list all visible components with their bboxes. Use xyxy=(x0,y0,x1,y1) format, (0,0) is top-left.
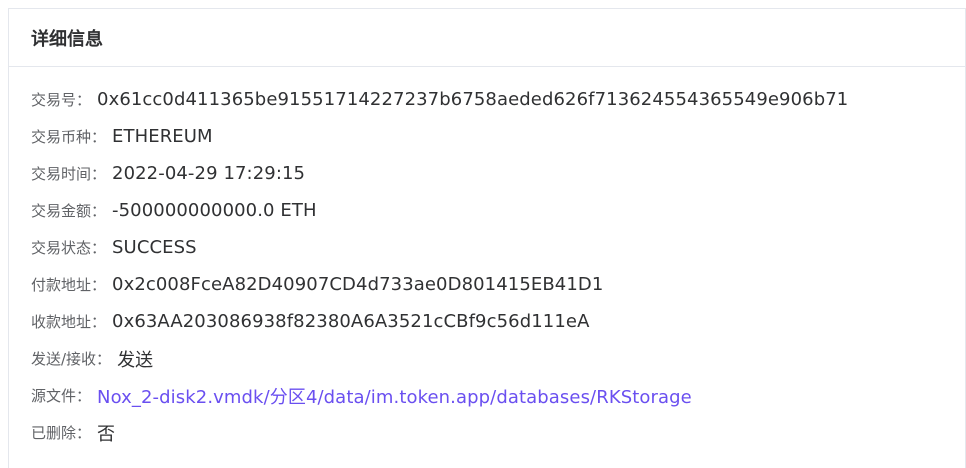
field-amount: 交易金额： -500000000000.0 ETH xyxy=(31,192,965,229)
field-label: 交易号： xyxy=(31,91,92,109)
source-file-link[interactable]: Nox_2-disk2.vmdk/分区4/data/im.token.app/d… xyxy=(97,383,692,409)
field-label: 交易状态： xyxy=(31,239,107,257)
field-direction: 发送/接收： 发送 xyxy=(31,340,965,377)
field-payer-address: 付款地址： 0x2c008FceA82D40907CD4d733ae0D8014… xyxy=(31,266,965,303)
field-label: 付款地址： xyxy=(31,276,107,294)
field-label: 交易时间： xyxy=(31,165,107,183)
field-value: 2022-04-29 17:29:15 xyxy=(112,163,306,184)
field-value: 否 xyxy=(97,423,116,445)
field-label: 已删除： xyxy=(31,424,92,442)
panel-header: 详细信息 xyxy=(9,9,965,67)
field-status: 交易状态： SUCCESS xyxy=(31,229,965,266)
field-value: 0x61cc0d411365be91551714227237b6758aeded… xyxy=(97,89,849,110)
field-label: 交易币种： xyxy=(31,128,107,146)
detail-panel: 详细信息 交易号： 0x61cc0d411365be91551714227237… xyxy=(8,8,966,468)
panel-title: 详细信息 xyxy=(31,28,103,50)
field-value: ETHEREUM xyxy=(112,126,213,147)
field-label: 交易金额： xyxy=(31,202,107,220)
field-value: -500000000000.0 ETH xyxy=(112,200,317,221)
field-value: 发送 xyxy=(117,349,154,371)
field-label: 源文件： xyxy=(31,387,92,405)
field-currency: 交易币种： ETHEREUM xyxy=(31,118,965,155)
field-source-file: 源文件： Nox_2-disk2.vmdk/分区4/data/im.token.… xyxy=(31,377,965,414)
field-value: SUCCESS xyxy=(112,237,197,258)
field-time: 交易时间： 2022-04-29 17:29:15 xyxy=(31,155,965,192)
field-payee-address: 收款地址： 0x63AA203086938f82380A6A3521cCBf9c… xyxy=(31,303,965,340)
field-tx-hash: 交易号： 0x61cc0d411365be91551714227237b6758… xyxy=(31,81,965,118)
field-label: 收款地址： xyxy=(31,313,107,331)
field-deleted: 已删除： 否 xyxy=(31,414,965,451)
field-label: 发送/接收： xyxy=(31,350,112,368)
detail-list: 交易号： 0x61cc0d411365be91551714227237b6758… xyxy=(31,81,965,451)
field-value: 0x63AA203086938f82380A6A3521cCBf9c56d111… xyxy=(112,311,590,332)
field-value: 0x2c008FceA82D40907CD4d733ae0D801415EB41… xyxy=(112,274,604,295)
